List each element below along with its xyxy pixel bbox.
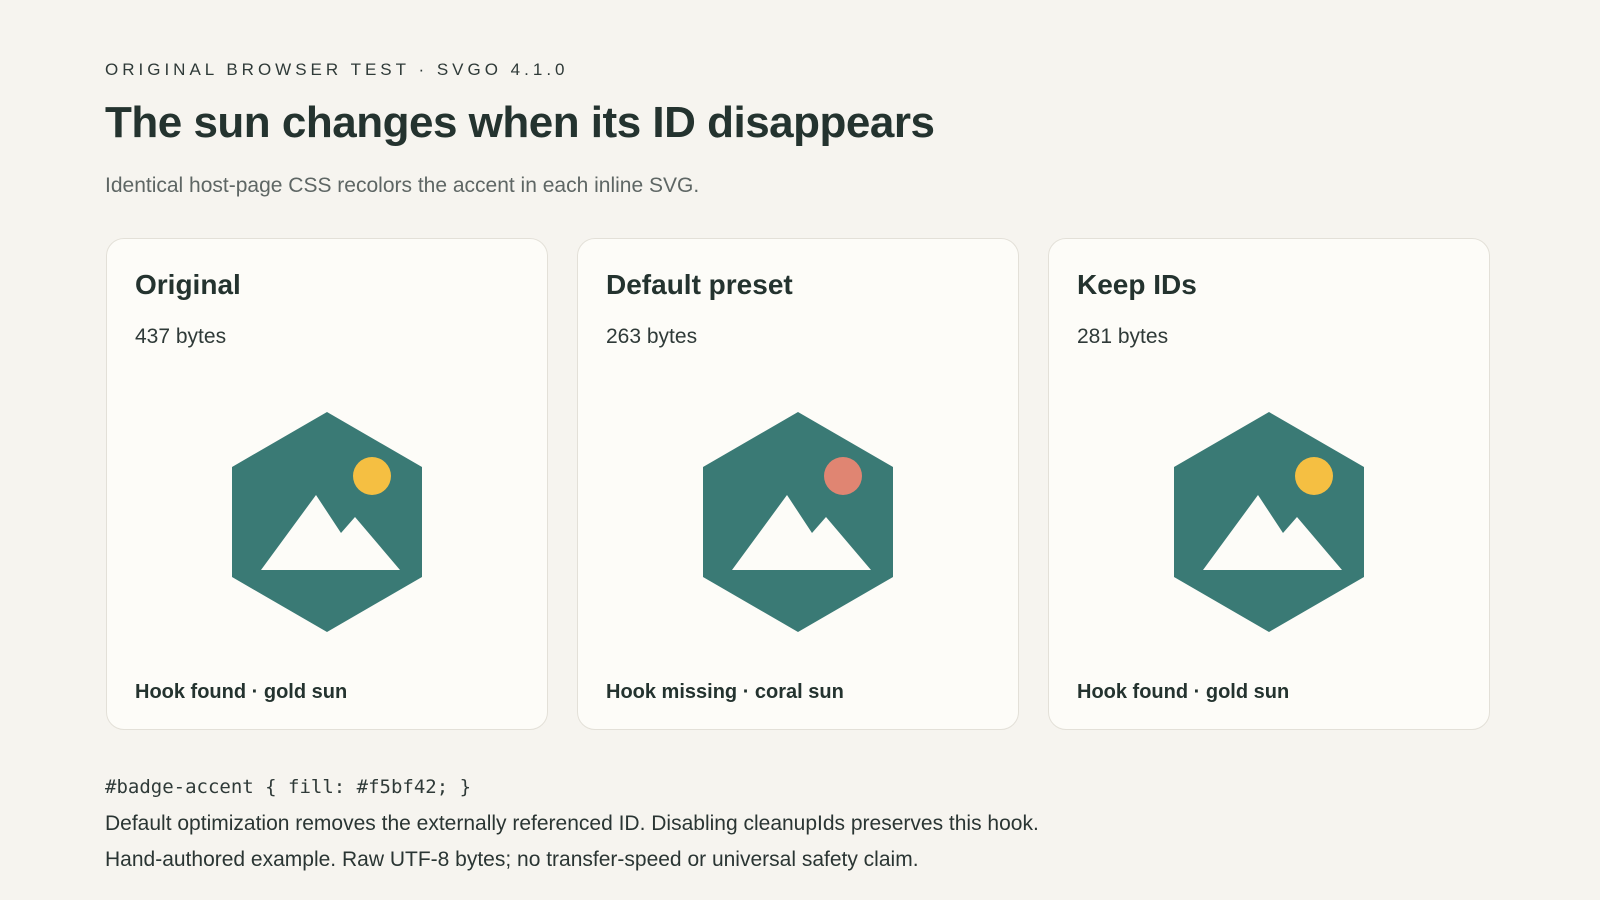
css-code-snippet: #badge-accent { fill: #f5bf42; } (105, 776, 472, 798)
card-bytes: 281 bytes (1077, 325, 1169, 348)
sun-accent (353, 457, 391, 495)
eyebrow-label: ORIGINAL BROWSER TEST · SVGO 4.1.0 (105, 60, 569, 79)
card-keep-ids: Keep IDs 281 bytes Hook found · gold sun (1048, 238, 1490, 730)
page-title: The sun changes when its ID disappears (105, 98, 935, 147)
card-bytes: 263 bytes (606, 325, 698, 348)
card-status: Hook found · gold sun (1077, 681, 1290, 703)
card-bytes: 437 bytes (135, 325, 227, 348)
card-row: Original 437 bytes Hook found · gold sun… (106, 238, 1490, 730)
mountain-badge-icon (703, 412, 893, 632)
card-original: Original 437 bytes Hook found · gold sun (106, 238, 548, 730)
card-status: Hook found · gold sun (135, 681, 348, 703)
card-status: Hook missing · coral sun (606, 681, 844, 703)
footnote-disclaimer: Hand-authored example. Raw UTF-8 bytes; … (105, 848, 919, 871)
page-subtitle: Identical host-page CSS recolors the acc… (105, 174, 700, 197)
card-title: Default preset (606, 269, 793, 300)
card-title: Keep IDs (1077, 269, 1197, 300)
mountain-badge-icon (232, 412, 422, 632)
mountain-badge-icon (1174, 412, 1364, 632)
sun-accent (1295, 457, 1333, 495)
card-default-preset: Default preset 263 bytes Hook missing · … (577, 238, 1019, 730)
page: ORIGINAL BROWSER TEST · SVGO 4.1.0 The s… (0, 0, 1600, 900)
sun-accent (824, 457, 862, 495)
card-title: Original (135, 269, 241, 300)
footnote-explanation: Default optimization removes the externa… (105, 812, 1039, 835)
